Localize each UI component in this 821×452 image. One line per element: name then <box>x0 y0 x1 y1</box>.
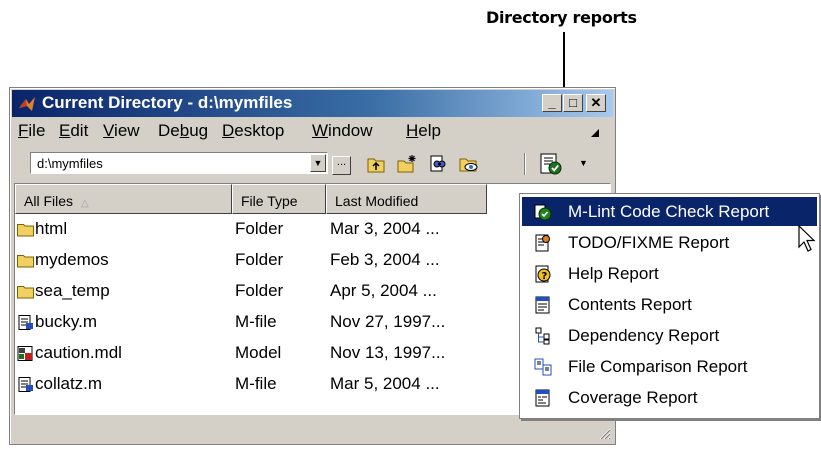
file-modified: Mar 5, 2004 ... <box>330 374 440 393</box>
file-modified: Feb 3, 2004 ... <box>330 250 440 269</box>
directory-reports-icon[interactable] <box>539 152 563 176</box>
reports-dropdown-arrow-icon[interactable]: ▼ <box>579 158 588 168</box>
model-file-icon <box>17 346 33 361</box>
menu-item-todo-report[interactable]: TODO/FIXME Report <box>522 228 817 257</box>
folder-icon <box>17 255 34 268</box>
file-name: bucky.m <box>35 312 98 331</box>
new-folder-icon[interactable] <box>397 154 417 174</box>
folder-icon <box>17 286 34 299</box>
column-header-file-type[interactable]: File Type <box>232 184 326 214</box>
current-directory-value: d:\mymfiles <box>37 156 103 171</box>
menu-item-dependency-report[interactable]: Dependency Report <box>522 321 817 350</box>
file-name: mydemos <box>35 250 109 269</box>
chevron-down-icon[interactable]: ▼ <box>310 154 326 172</box>
directory-reports-menu: M-Lint Code Check Report TODO/FIXME Repo… <box>519 193 820 419</box>
mouse-cursor-icon <box>798 225 816 252</box>
column-header-all-files[interactable]: All Files △ <box>15 184 232 214</box>
file-type: Folder <box>235 219 284 238</box>
status-bar <box>12 418 613 442</box>
title-bar[interactable]: Current Directory - d:\mymfiles _ □ ✕ <box>12 90 613 117</box>
svg-text:?: ? <box>542 271 548 282</box>
folder-icon <box>17 224 34 237</box>
file-modified: Apr 5, 2004 ... <box>330 281 437 300</box>
todo-icon <box>535 234 550 252</box>
close-button[interactable]: ✕ <box>586 94 606 112</box>
file-type: Folder <box>235 281 284 300</box>
file-modified: Nov 27, 1997... <box>330 312 446 331</box>
m-file-icon <box>18 377 33 392</box>
directory-reports-callout: Directory reports <box>486 8 637 27</box>
menu-item-contents-report[interactable]: Contents Report <box>522 290 817 319</box>
current-directory-field[interactable]: d:\mymfiles ▼ <box>30 152 328 174</box>
resize-grip-icon[interactable] <box>597 426 611 440</box>
maximize-button[interactable]: □ <box>563 94 583 112</box>
dependency-report-icon <box>535 327 550 345</box>
coverage-report-icon <box>535 389 550 407</box>
menu-help[interactable]: Help <box>406 121 441 141</box>
find-files-icon[interactable] <box>428 154 448 174</box>
file-name: html <box>35 219 68 238</box>
help-report-icon: ? <box>535 265 551 283</box>
menu-item-file-comparison-report[interactable]: File Comparison Report <box>522 352 817 381</box>
toolbar: d:\mymfiles ▼ ... ▼ <box>12 145 613 181</box>
m-file-icon <box>18 315 33 330</box>
window-title: Current Directory - d:\mymfiles <box>42 93 293 112</box>
file-name: caution.mdl <box>35 343 122 362</box>
file-type: M-file <box>235 374 277 393</box>
matlab-logo-icon <box>19 97 35 111</box>
contents-report-icon <box>535 296 550 314</box>
menu-bar: File Edit View Debug Desktop Window Help <box>12 119 613 143</box>
file-modified: Mar 3, 2004 ... <box>330 219 440 238</box>
file-comparison-icon <box>534 358 552 376</box>
file-type: M-file <box>235 312 277 331</box>
menu-view[interactable]: View <box>103 121 140 141</box>
file-name: sea_temp <box>35 281 110 300</box>
menu-edit[interactable]: Edit <box>59 121 88 141</box>
minimize-button[interactable]: _ <box>542 94 562 112</box>
menu-window[interactable]: Window <box>312 121 372 141</box>
view-folder-icon[interactable] <box>459 154 479 174</box>
menu-item-help-report[interactable]: ? Help Report <box>522 259 817 288</box>
menu-debug[interactable]: Debug <box>158 121 208 141</box>
mlint-icon <box>534 204 552 221</box>
toolbar-separator <box>524 153 526 175</box>
up-folder-icon[interactable] <box>366 154 386 174</box>
menu-desktop[interactable]: Desktop <box>222 121 284 141</box>
column-header-last-modified[interactable]: Last Modified <box>326 184 487 214</box>
menu-item-mlint-report[interactable]: M-Lint Code Check Report <box>522 197 817 226</box>
sort-ascending-icon: △ <box>81 198 89 209</box>
file-name: collatz.m <box>35 374 103 393</box>
browse-folder-button[interactable]: ... <box>332 156 351 175</box>
menu-item-coverage-report[interactable]: Coverage Report <box>522 383 817 412</box>
file-type: Model <box>235 343 282 362</box>
file-modified: Nov 13, 1997... <box>330 343 446 362</box>
file-type: Folder <box>235 250 284 269</box>
undock-arrow-icon[interactable] <box>590 128 600 138</box>
menu-file[interactable]: File <box>18 121 45 141</box>
